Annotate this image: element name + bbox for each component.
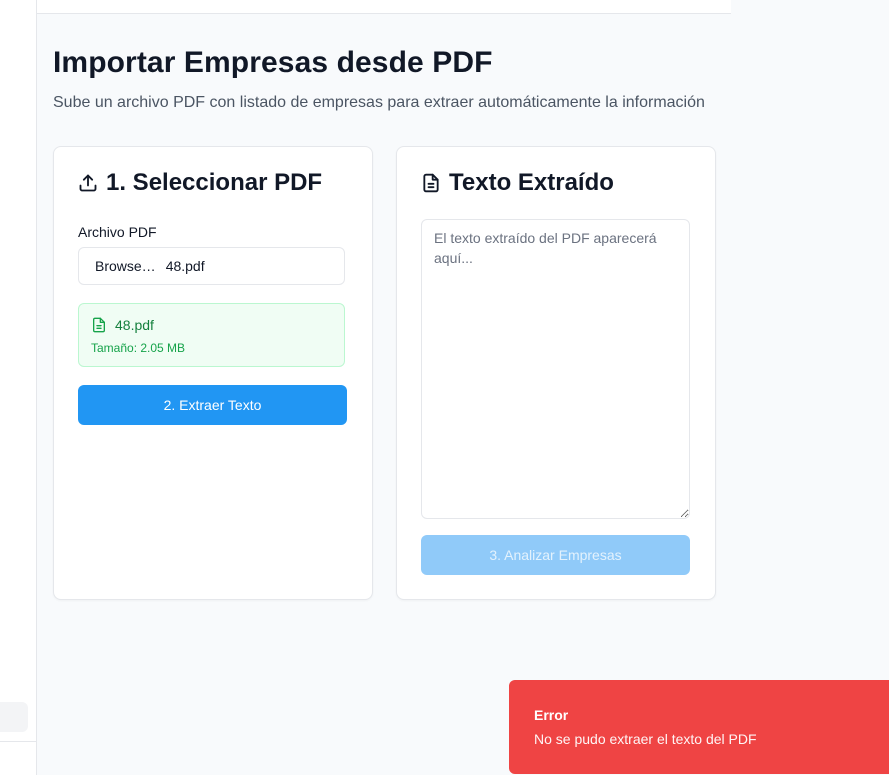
browse-button[interactable]: Browse… (95, 258, 156, 274)
left-sidebar (0, 0, 37, 775)
analyze-companies-button[interactable]: 3. Analizar Empresas (421, 535, 690, 575)
select-pdf-card: 1. Seleccionar PDF Archivo PDF Browse… 4… (53, 146, 373, 600)
file-info-name: 48.pdf (115, 317, 154, 333)
toast-message: No se pudo extraer el texto del PDF (534, 731, 757, 747)
extracted-text-card: Texto Extraído 3. Analizar Empresas (396, 146, 716, 600)
extract-text-button[interactable]: 2. Extraer Texto (78, 385, 347, 425)
page-subtitle: Sube un archivo PDF con listado de empre… (53, 94, 705, 111)
file-info-name-row: 48.pdf (91, 317, 154, 333)
error-toast[interactable]: Error No se pudo extraer el texto del PD… (509, 680, 889, 774)
pdf-file-input[interactable]: Browse… 48.pdf (78, 247, 345, 285)
top-bar (37, 0, 731, 14)
toast-title: Error (534, 707, 569, 723)
selected-file-info: 48.pdf Tamaño: 2.05 MB (78, 303, 345, 367)
file-text-icon (91, 317, 107, 333)
select-pdf-heading: 1. Seleccionar PDF (78, 169, 322, 197)
extracted-text-heading-text: Texto Extraído (449, 169, 614, 196)
selected-file-name: 48.pdf (165, 258, 205, 274)
breadcrumb (149, 0, 259, 2)
file-text-icon (421, 173, 441, 193)
upload-icon (78, 173, 98, 193)
file-info-size: Tamaño: 2.05 MB (91, 341, 186, 355)
sidebar-item[interactable] (0, 702, 28, 732)
extracted-text-area[interactable] (421, 219, 690, 519)
file-field-label: Archivo PDF (78, 224, 157, 240)
page-title: Importar Empresas desde PDF (53, 46, 493, 79)
sidebar-divider (0, 741, 36, 742)
select-pdf-heading-text: 1. Seleccionar PDF (106, 169, 323, 196)
extracted-text-heading: Texto Extraído (421, 169, 614, 197)
